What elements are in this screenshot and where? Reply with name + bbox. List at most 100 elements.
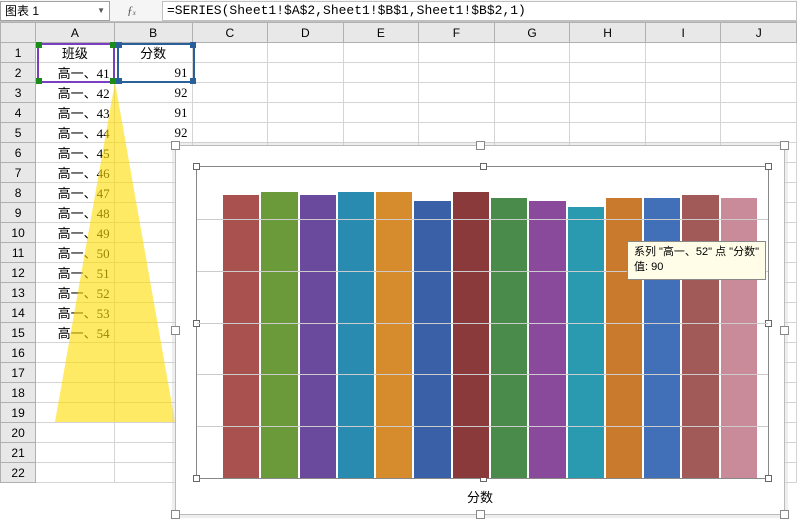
col-header-H[interactable]: H [570, 23, 646, 43]
row-header-19[interactable]: 19 [1, 403, 36, 423]
cell-D1[interactable] [268, 43, 344, 63]
col-header-C[interactable]: C [192, 23, 268, 43]
cell-H3[interactable] [570, 83, 646, 103]
row-header-12[interactable]: 12 [1, 263, 36, 283]
row-header-11[interactable]: 11 [1, 243, 36, 263]
cell-C5[interactable] [192, 123, 268, 143]
cell-A21[interactable] [36, 443, 114, 463]
cell-A14[interactable]: 高一、53 [36, 303, 114, 323]
cell-E2[interactable] [343, 63, 419, 83]
cell-B4[interactable]: 91 [114, 103, 192, 123]
cell-E3[interactable] [343, 83, 419, 103]
chart-resize-handle[interactable] [780, 510, 789, 519]
cell-I1[interactable] [645, 43, 721, 63]
cell-D5[interactable] [268, 123, 344, 143]
cell-A2[interactable]: 高一、41 [36, 63, 114, 83]
chart-bar[interactable] [223, 195, 259, 478]
col-header-E[interactable]: E [343, 23, 419, 43]
cell-G3[interactable] [494, 83, 570, 103]
cell-B2[interactable]: 91 [114, 63, 192, 83]
row-header-1[interactable]: 1 [1, 43, 36, 63]
cell-H1[interactable] [570, 43, 646, 63]
cell-A8[interactable]: 高一、47 [36, 183, 114, 203]
chart-bar[interactable] [414, 201, 450, 478]
row-header-6[interactable]: 6 [1, 143, 36, 163]
row-header-16[interactable]: 16 [1, 343, 36, 363]
cell-A15[interactable]: 高一、54 [36, 323, 114, 343]
chart-resize-handle[interactable] [171, 141, 180, 150]
cell-A5[interactable]: 高一、44 [36, 123, 114, 143]
col-header-D[interactable]: D [268, 23, 344, 43]
cell-C1[interactable] [192, 43, 268, 63]
row-header-9[interactable]: 9 [1, 203, 36, 223]
cell-F1[interactable] [419, 43, 495, 63]
chart-resize-handle[interactable] [476, 141, 485, 150]
cell-J1[interactable] [721, 43, 797, 63]
cell-A7[interactable]: 高一、46 [36, 163, 114, 183]
cell-H4[interactable] [570, 103, 646, 123]
row-header-20[interactable]: 20 [1, 423, 36, 443]
row-header-13[interactable]: 13 [1, 283, 36, 303]
formula-input[interactable]: =SERIES(Sheet1!$A$2,Sheet1!$B$1,Sheet1!$… [162, 1, 797, 21]
cell-H5[interactable] [570, 123, 646, 143]
col-header-F[interactable]: F [419, 23, 495, 43]
cell-A18[interactable] [36, 383, 114, 403]
cell-G1[interactable] [494, 43, 570, 63]
chart-bar[interactable] [376, 192, 412, 478]
chart-bar[interactable] [453, 192, 489, 478]
col-header-A[interactable]: A [36, 23, 114, 43]
row-header-22[interactable]: 22 [1, 463, 36, 483]
cell-I3[interactable] [645, 83, 721, 103]
cell-I2[interactable] [645, 63, 721, 83]
row-header-7[interactable]: 7 [1, 163, 36, 183]
chart-bar[interactable] [300, 195, 336, 478]
row-header-2[interactable]: 2 [1, 63, 36, 83]
cell-F4[interactable] [419, 103, 495, 123]
chevron-down-icon[interactable]: ▼ [97, 6, 105, 15]
chart-resize-handle[interactable] [780, 141, 789, 150]
chart-resize-handle[interactable] [171, 510, 180, 519]
cell-F3[interactable] [419, 83, 495, 103]
cell-A20[interactable] [36, 423, 114, 443]
col-header-B[interactable]: B [114, 23, 192, 43]
cell-A3[interactable]: 高一、42 [36, 83, 114, 103]
cell-G5[interactable] [494, 123, 570, 143]
cell-E1[interactable] [343, 43, 419, 63]
select-all-cell[interactable] [1, 23, 36, 43]
cell-E4[interactable] [343, 103, 419, 123]
cell-A4[interactable]: 高一、43 [36, 103, 114, 123]
cell-E5[interactable] [343, 123, 419, 143]
chart-bar[interactable] [261, 192, 297, 478]
cell-A1[interactable]: 班级 [36, 43, 114, 63]
chart-resize-handle[interactable] [476, 510, 485, 519]
row-header-8[interactable]: 8 [1, 183, 36, 203]
cell-F2[interactable] [419, 63, 495, 83]
cell-J2[interactable] [721, 63, 797, 83]
cell-D3[interactable] [268, 83, 344, 103]
cell-A6[interactable]: 高一、45 [36, 143, 114, 163]
chart-bar[interactable] [491, 198, 527, 478]
cell-A13[interactable]: 高一、52 [36, 283, 114, 303]
row-header-14[interactable]: 14 [1, 303, 36, 323]
chart-bar[interactable] [682, 195, 718, 478]
row-header-3[interactable]: 3 [1, 83, 36, 103]
row-header-15[interactable]: 15 [1, 323, 36, 343]
cell-I4[interactable] [645, 103, 721, 123]
cell-A17[interactable] [36, 363, 114, 383]
cell-A22[interactable] [36, 463, 114, 483]
cell-A11[interactable]: 高一、50 [36, 243, 114, 263]
chart-resize-handle[interactable] [780, 326, 789, 335]
row-header-10[interactable]: 10 [1, 223, 36, 243]
chart-title[interactable]: 分数 [176, 487, 784, 506]
cell-J3[interactable] [721, 83, 797, 103]
insert-function-button[interactable] [112, 3, 162, 18]
chart-plot-area[interactable] [196, 166, 769, 479]
cell-D2[interactable] [268, 63, 344, 83]
col-header-J[interactable]: J [721, 23, 797, 43]
cell-B5[interactable]: 92 [114, 123, 192, 143]
cell-G2[interactable] [494, 63, 570, 83]
row-header-18[interactable]: 18 [1, 383, 36, 403]
chart-bar[interactable] [568, 207, 604, 478]
chart-bar[interactable] [338, 192, 374, 478]
cell-A19[interactable] [36, 403, 114, 423]
